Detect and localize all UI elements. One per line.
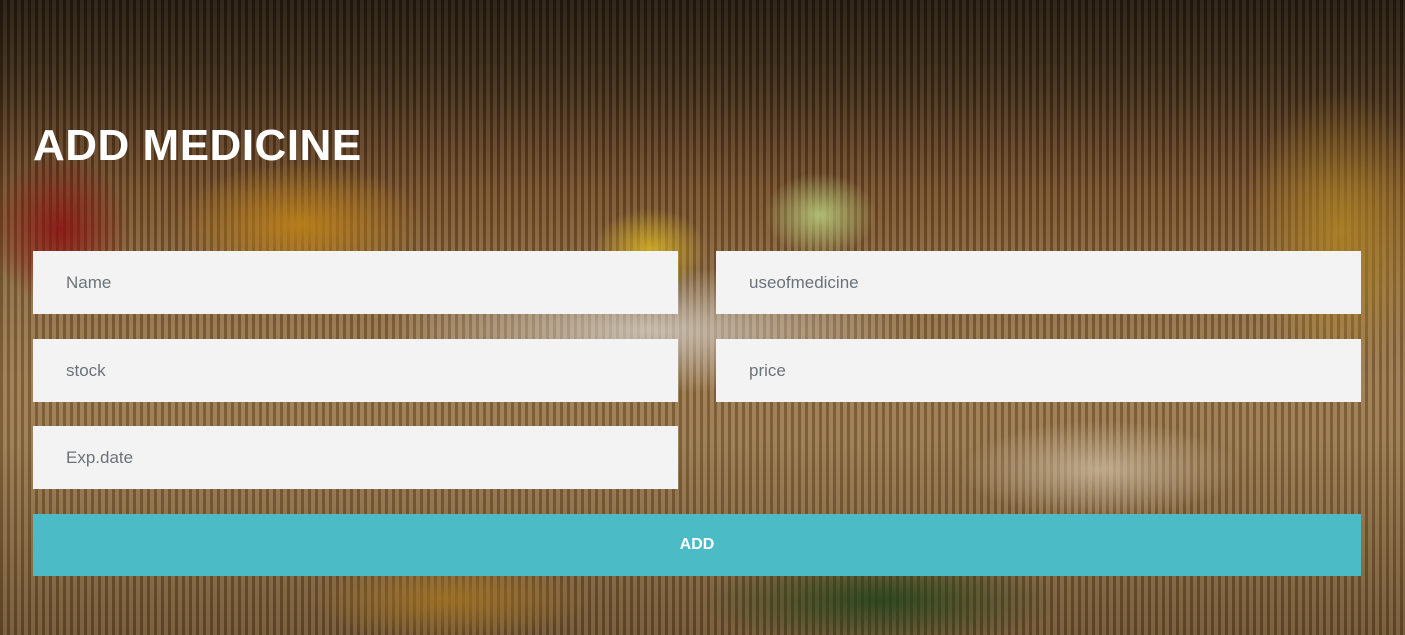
exp-date-input[interactable] <box>33 426 678 489</box>
add-button[interactable]: ADD <box>33 514 1361 576</box>
use-of-medicine-input[interactable] <box>716 251 1361 314</box>
stock-input[interactable] <box>33 339 678 402</box>
page-title: ADD MEDICINE <box>33 121 362 170</box>
name-input[interactable] <box>33 251 678 314</box>
price-input[interactable] <box>716 339 1361 402</box>
